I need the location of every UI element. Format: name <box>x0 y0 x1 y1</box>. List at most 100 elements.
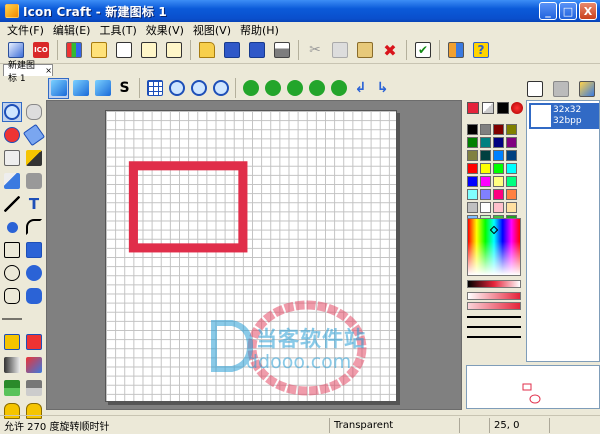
color-swatch[interactable] <box>493 189 504 200</box>
paste-button[interactable] <box>353 38 377 62</box>
print-button[interactable] <box>270 38 294 62</box>
ellipse-tool[interactable] <box>2 217 22 237</box>
maximize-button[interactable]: □ <box>559 2 577 20</box>
color-swatch[interactable] <box>467 163 478 174</box>
delete-button[interactable]: ✖ <box>378 38 402 62</box>
lasso-tool[interactable] <box>24 102 44 122</box>
select-button[interactable] <box>112 38 136 62</box>
move-button[interactable] <box>240 78 261 99</box>
color-swatch[interactable] <box>467 176 478 187</box>
menu-effects[interactable]: 效果(V) <box>143 22 190 38</box>
color-swatch[interactable] <box>467 137 478 148</box>
filled-rounded-rect-tool[interactable] <box>24 286 44 306</box>
slider-1[interactable] <box>467 316 521 318</box>
brush-tool[interactable] <box>24 148 44 168</box>
color-swatch[interactable] <box>480 150 491 161</box>
redo-button[interactable]: ↳ <box>372 78 393 99</box>
move-h-button[interactable] <box>262 78 283 99</box>
eyedropper-tool[interactable] <box>2 148 22 168</box>
color-swatch[interactable] <box>493 124 504 135</box>
color-swatch[interactable] <box>467 189 478 200</box>
copy-button[interactable] <box>328 38 352 62</box>
cube-3-button[interactable] <box>92 78 113 99</box>
rounded-rect-tool[interactable] <box>2 286 22 306</box>
color-swatch[interactable] <box>480 202 491 213</box>
add-image-button[interactable] <box>524 78 545 99</box>
remove-image-button[interactable] <box>550 78 571 99</box>
help-button[interactable]: ? <box>469 38 493 62</box>
list-item-32x32[interactable]: 32x32 32bpp <box>529 103 599 129</box>
text-tool[interactable]: T <box>24 194 44 214</box>
menu-help[interactable]: 帮助(H) <box>237 22 285 38</box>
zoom-in-button[interactable] <box>166 78 187 99</box>
cube-1-button[interactable] <box>48 77 69 99</box>
color-swatch[interactable] <box>480 189 491 200</box>
zoom-out-button[interactable] <box>188 78 209 99</box>
menu-view[interactable]: 视图(V) <box>190 22 237 38</box>
open-button[interactable] <box>195 38 219 62</box>
menu-tools[interactable]: 工具(T) <box>96 22 142 38</box>
tab-close-icon[interactable]: × <box>45 66 52 75</box>
transparent-color-icon[interactable] <box>482 102 494 114</box>
color-swatch[interactable] <box>506 124 517 135</box>
color-swatch[interactable] <box>467 202 478 213</box>
rect-tool[interactable] <box>2 240 22 260</box>
dot-large-tool[interactable] <box>24 332 44 352</box>
import-button[interactable] <box>137 38 161 62</box>
black-color-icon[interactable] <box>497 102 509 114</box>
cube-2-button[interactable] <box>70 78 91 99</box>
close-button[interactable]: X <box>579 2 597 20</box>
line-width-1-tool[interactable] <box>2 309 22 329</box>
circle-select-tool[interactable] <box>2 102 22 122</box>
color-swatch[interactable] <box>493 176 504 187</box>
color-swatch[interactable] <box>467 150 478 161</box>
menu-file[interactable]: 文件(F) <box>4 22 50 38</box>
center-button[interactable] <box>306 78 327 99</box>
ellipse-outline-tool[interactable] <box>2 263 22 283</box>
color-swatch[interactable] <box>506 137 517 148</box>
zoom-auto-button[interactable] <box>210 78 231 99</box>
save-button[interactable] <box>220 38 244 62</box>
color-swatch[interactable] <box>467 124 478 135</box>
grid-button[interactable] <box>144 78 165 99</box>
curve-tool[interactable] <box>24 217 44 237</box>
menu-edit[interactable]: 编辑(E) <box>50 22 97 38</box>
gradient-1-tool[interactable] <box>2 355 22 375</box>
color-swatch[interactable] <box>493 202 504 213</box>
color-swatch[interactable] <box>493 163 504 174</box>
dollar-button[interactable]: S <box>114 78 135 99</box>
color-swatch[interactable] <box>493 150 504 161</box>
color-swatch[interactable] <box>480 124 491 135</box>
export-button[interactable] <box>162 38 186 62</box>
move-v-button[interactable] <box>284 78 305 99</box>
color-spectrum[interactable] <box>467 218 521 276</box>
cut-button[interactable]: ✂ <box>303 38 327 62</box>
color-swatch[interactable] <box>506 189 517 200</box>
slider-3[interactable] <box>467 336 521 338</box>
line-width-2-tool[interactable] <box>24 309 44 329</box>
minimize-button[interactable]: _ <box>539 2 557 20</box>
alpha-bar[interactable] <box>467 292 521 300</box>
opacity-bar[interactable] <box>467 302 521 310</box>
check-button[interactable]: ✔ <box>411 38 435 62</box>
filled-rect-tool[interactable] <box>24 240 44 260</box>
fit-button[interactable] <box>328 78 349 99</box>
save-all-button[interactable] <box>245 38 269 62</box>
edit-button[interactable] <box>87 38 111 62</box>
layer-tool[interactable] <box>2 378 22 398</box>
slider-2[interactable] <box>467 326 521 328</box>
primary-color[interactable] <box>467 102 479 114</box>
grid-settings-button[interactable] <box>444 38 468 62</box>
color-swatch[interactable] <box>506 163 517 174</box>
color-swatch[interactable] <box>506 150 517 161</box>
palette-button[interactable] <box>62 38 86 62</box>
gradient-2-tool[interactable] <box>24 355 44 375</box>
filled-ellipse-tool[interactable] <box>24 263 44 283</box>
color-bubble-icon[interactable] <box>511 102 523 114</box>
line-tool[interactable] <box>2 194 22 214</box>
color-swatch[interactable] <box>480 176 491 187</box>
layer-2-tool[interactable] <box>24 378 44 398</box>
color-swatch[interactable] <box>493 137 504 148</box>
spray-tool[interactable] <box>24 171 44 191</box>
icon-canvas[interactable]: 当客软件站 ddooo.com <box>105 110 397 402</box>
